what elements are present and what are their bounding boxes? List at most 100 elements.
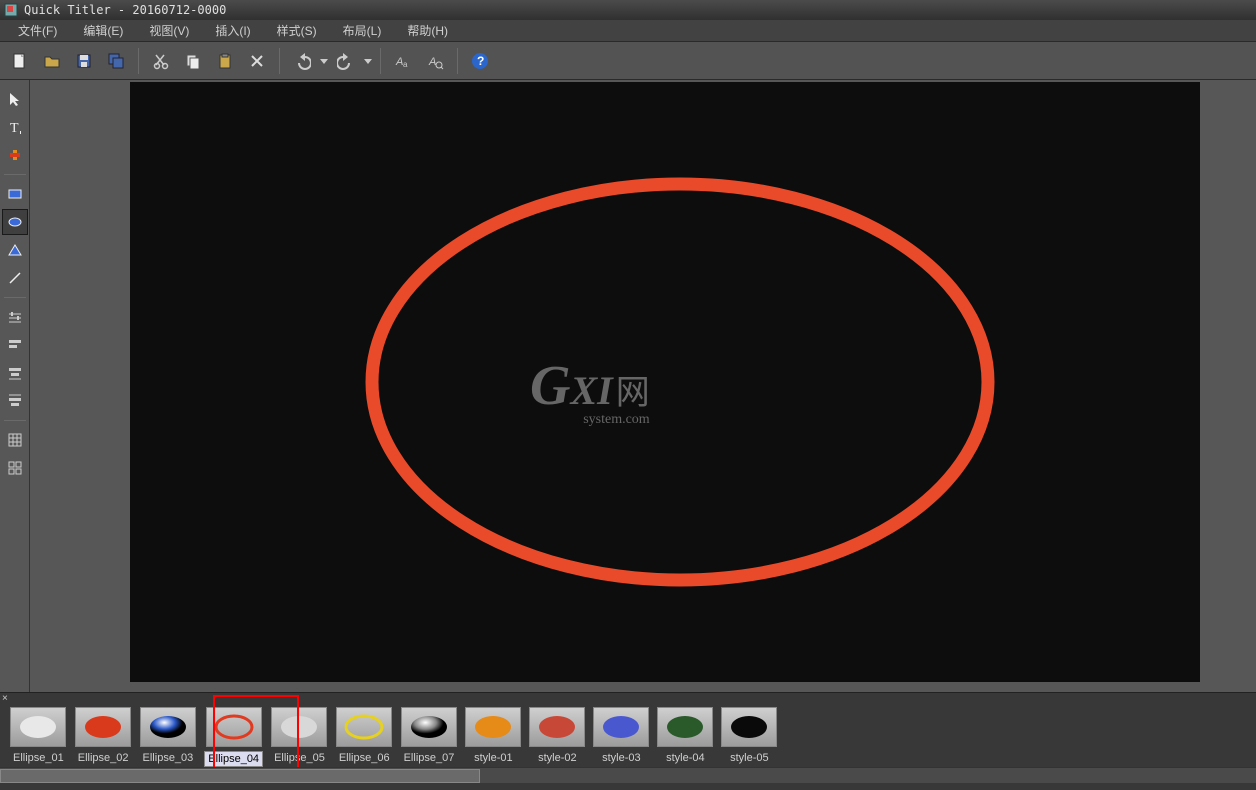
- crop-tool[interactable]: [2, 142, 28, 168]
- align-tool-1[interactable]: [2, 332, 28, 358]
- style-item-style-02[interactable]: style-02: [529, 707, 585, 765]
- style-thumbnail: [10, 707, 66, 747]
- style-label: Ellipse_05: [271, 751, 328, 765]
- style-item-style-03[interactable]: style-03: [593, 707, 649, 765]
- style-item-style-05[interactable]: style-05: [721, 707, 777, 765]
- separator: [279, 48, 280, 74]
- main-area: T GXI 网 system.com: [0, 80, 1256, 692]
- style-thumbnail: [271, 707, 327, 747]
- separator: [4, 420, 26, 421]
- watermark-text: G: [530, 355, 570, 417]
- style-thumbnail: [401, 707, 457, 747]
- menu-file[interactable]: 文件(F): [6, 20, 69, 41]
- panel-close-button[interactable]: ×: [0, 693, 1256, 707]
- style-label: Ellipse_07: [401, 751, 458, 765]
- undo-dropdown[interactable]: [320, 47, 328, 75]
- paste-button[interactable]: [211, 47, 239, 75]
- canvas-area: GXI 网 system.com: [30, 80, 1256, 692]
- style-item-Ellipse_07[interactable]: Ellipse_07: [401, 707, 458, 765]
- style-label: style-03: [599, 751, 644, 765]
- save-button[interactable]: [70, 47, 98, 75]
- text-style-a-button[interactable]: Aa: [389, 47, 417, 75]
- window-title: Quick Titler - 20160712-0000: [24, 3, 226, 17]
- separator: [4, 297, 26, 298]
- style-label: Ellipse_01: [10, 751, 67, 765]
- style-item-style-01[interactable]: style-01: [465, 707, 521, 765]
- grid-tool-2[interactable]: [2, 455, 28, 481]
- redo-dropdown[interactable]: [364, 47, 372, 75]
- style-panel: × Ellipse_01Ellipse_02Ellipse_03Ellipse_…: [0, 692, 1256, 790]
- style-thumbnail: [336, 707, 392, 747]
- svg-text:a: a: [403, 60, 408, 69]
- grid-tool-1[interactable]: [2, 427, 28, 453]
- redo-button[interactable]: [332, 47, 360, 75]
- style-strip: Ellipse_01 Ellipse_02 Ellipse_03 Ellipse_04…: [0, 707, 1256, 767]
- copy-button[interactable]: [179, 47, 207, 75]
- style-thumbnail: [206, 707, 262, 747]
- style-thumbnail: [465, 707, 521, 747]
- separator: [380, 48, 381, 74]
- style-label: Ellipse_03: [140, 751, 197, 765]
- scrollbar-thumb[interactable]: [0, 769, 480, 783]
- menu-help[interactable]: 帮助(H): [395, 20, 460, 41]
- ellipse-tool[interactable]: [2, 209, 28, 235]
- rectangle-tool[interactable]: [2, 181, 28, 207]
- svg-text:?: ?: [477, 54, 484, 68]
- style-label: style-02: [535, 751, 580, 765]
- save-as-button[interactable]: [102, 47, 130, 75]
- toolbar: Aa A ?: [0, 42, 1256, 80]
- style-label: Ellipse_06: [336, 751, 393, 765]
- new-button[interactable]: [6, 47, 34, 75]
- separator: [4, 174, 26, 175]
- tool-sidebar: T: [0, 80, 30, 692]
- ellipse-shape[interactable]: [360, 172, 1000, 592]
- separator: [457, 48, 458, 74]
- style-label: style-05: [727, 751, 772, 765]
- align-tool-3[interactable]: [2, 388, 28, 414]
- help-button[interactable]: ?: [466, 47, 494, 75]
- style-thumbnail: [140, 707, 196, 747]
- style-thumbnail: [721, 707, 777, 747]
- menu-style[interactable]: 样式(S): [265, 20, 329, 41]
- watermark-text: XI: [570, 368, 612, 413]
- cut-button[interactable]: [147, 47, 175, 75]
- svg-text:A: A: [428, 56, 436, 68]
- style-item-Ellipse_03[interactable]: Ellipse_03: [140, 707, 197, 765]
- style-label: Ellipse_04: [204, 751, 263, 767]
- align-tool-2[interactable]: [2, 360, 28, 386]
- menu-view[interactable]: 视图(V): [137, 20, 201, 41]
- undo-button[interactable]: [288, 47, 316, 75]
- style-label: Ellipse_02: [75, 751, 132, 765]
- svg-text:T: T: [10, 121, 19, 135]
- horizontal-scrollbar[interactable]: [0, 767, 1256, 783]
- menu-edit[interactable]: 编辑(E): [71, 20, 135, 41]
- text-style-b-button[interactable]: A: [421, 47, 449, 75]
- line-tool[interactable]: [2, 265, 28, 291]
- menubar: 文件(F) 编辑(E) 视图(V) 插入(I) 样式(S) 布局(L) 帮助(H…: [0, 20, 1256, 42]
- adjust-tool-1[interactable]: [2, 304, 28, 330]
- titlebar: Quick Titler - 20160712-0000: [0, 0, 1256, 20]
- style-item-Ellipse_04[interactable]: Ellipse_04: [204, 707, 263, 767]
- style-thumbnail: [657, 707, 713, 747]
- style-item-Ellipse_02[interactable]: Ellipse_02: [75, 707, 132, 765]
- style-item-Ellipse_01[interactable]: Ellipse_01: [10, 707, 67, 765]
- watermark: GXI 网 system.com: [530, 354, 650, 428]
- open-button[interactable]: [38, 47, 66, 75]
- watermark-text: 网: [616, 375, 650, 412]
- style-thumbnail: [593, 707, 649, 747]
- style-thumbnail: [529, 707, 585, 747]
- style-item-Ellipse_06[interactable]: Ellipse_06: [336, 707, 393, 765]
- text-tool[interactable]: T: [2, 114, 28, 140]
- triangle-tool[interactable]: [2, 237, 28, 263]
- canvas[interactable]: GXI 网 system.com: [130, 82, 1200, 682]
- app-icon: [4, 3, 18, 17]
- style-item-Ellipse_05[interactable]: Ellipse_05: [271, 707, 328, 765]
- style-label: style-04: [663, 751, 708, 765]
- style-thumbnail: [75, 707, 131, 747]
- menu-layout[interactable]: 布局(L): [331, 20, 394, 41]
- delete-button[interactable]: [243, 47, 271, 75]
- pointer-tool[interactable]: [2, 86, 28, 112]
- separator: [138, 48, 139, 74]
- menu-insert[interactable]: 插入(I): [203, 20, 262, 41]
- style-item-style-04[interactable]: style-04: [657, 707, 713, 765]
